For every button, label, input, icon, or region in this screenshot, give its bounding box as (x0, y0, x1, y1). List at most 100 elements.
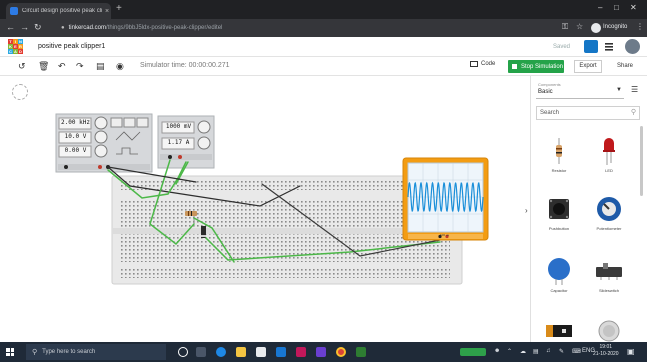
pushbutton-icon (549, 199, 569, 219)
incognito-icon[interactable] (591, 23, 601, 33)
coin-cell-icon (598, 320, 620, 342)
notes-icon[interactable]: ▤ (96, 61, 105, 71)
url-path: /things/9bbJ5ldx-positive-peak-clipper/e… (105, 25, 223, 31)
browser-tab[interactable]: Circuit design positive peak clipp × (6, 3, 111, 19)
cortana-icon[interactable] (178, 347, 188, 357)
tray-volume-icon[interactable]: ♫ (546, 348, 551, 354)
lock-icon: ● (61, 25, 65, 31)
app-icon-pink[interactable] (296, 347, 306, 357)
edge-icon[interactable] (216, 347, 226, 357)
battery-status-icon[interactable] (460, 348, 486, 356)
editor-toolbar: ↺ 🗑 ↶ ↷ ▤ ◉ Simulator time: 00:00:00.271… (0, 57, 647, 76)
component-slideswitch[interactable]: Slideswitch (589, 256, 629, 293)
capacitor-icon (548, 258, 570, 285)
app-icon-purple[interactable] (316, 347, 326, 357)
taskbar-search-placeholder: Type here to search (42, 349, 96, 355)
url-field[interactable]: ● tinkercad.com /things/9bbJ5ldx-positiv… (61, 22, 601, 34)
amplitude-readout[interactable]: 10.0 V (60, 133, 91, 140)
components-dropdown[interactable]: Components Basic ▼ (536, 81, 624, 99)
stop-label: Stop Simulation (521, 63, 564, 70)
share-button[interactable]: Share (610, 60, 640, 73)
search-icon: ⚲ (630, 109, 636, 116)
saved-status: Saved (553, 44, 571, 50)
components-label: Components (538, 82, 561, 87)
list-view-icon[interactable] (602, 40, 616, 53)
redo-icon[interactable]: ↷ (76, 61, 84, 71)
collapse-panel-icon[interactable]: › (525, 206, 528, 215)
dc-offset-readout[interactable]: 0.00 V (60, 147, 91, 154)
chrome-icon[interactable] (336, 347, 346, 357)
circuit-view-button[interactable] (584, 40, 598, 53)
tinkercad-logo[interactable]: TINKERCAD (8, 39, 23, 54)
potentiometer-icon (597, 197, 621, 221)
file-explorer-icon[interactable] (236, 347, 246, 357)
component-label: Resistor (551, 168, 567, 173)
clock-date: 21-10-2020 (593, 351, 619, 357)
project-name[interactable]: positive peak clipper1 (38, 43, 105, 50)
app-header: TINKERCAD positive peak clipper1 Saved (0, 37, 647, 57)
tab-close-icon[interactable]: × (105, 8, 109, 15)
voltage-readout[interactable]: 1000 mV (163, 123, 194, 130)
tray-chevron-up-icon[interactable]: ⌃ (507, 348, 512, 355)
led-icon (603, 138, 615, 165)
tray-keyboard-icon[interactable]: ⌨ (572, 348, 581, 355)
code-button[interactable]: Code (470, 61, 495, 67)
browser-menu-icon[interactable]: ⋮ (636, 22, 644, 31)
oscilloscope[interactable] (402, 157, 489, 241)
window-close-icon[interactable]: ✕ (630, 3, 637, 12)
clock-time: 19:01 (599, 344, 613, 350)
reload-icon[interactable]: ↻ (34, 22, 42, 33)
component-capacitor[interactable]: Capacitor (539, 256, 579, 293)
user-avatar[interactable] (625, 39, 640, 54)
bookmark-star-icon[interactable]: ☆ (576, 22, 583, 31)
oscilloscope-time-label: 100 us (440, 233, 450, 237)
minimize-icon[interactable]: – (598, 3, 602, 12)
taskbar-search-input[interactable]: ⚲ Type here to search (26, 344, 166, 360)
slideswitch-icon (596, 263, 622, 280)
component-resistor[interactable]: Resistor (539, 136, 579, 173)
task-view-icon[interactable] (196, 347, 206, 357)
app-icon-green[interactable] (356, 347, 366, 357)
tray-person-icon[interactable]: ☻ (494, 348, 500, 354)
component-led[interactable]: LED (589, 136, 629, 173)
tab-title: Circuit design positive peak clipp (22, 8, 102, 14)
tray-network-icon[interactable]: ▤ (533, 348, 539, 355)
circuit-drawing (55, 113, 489, 285)
current-readout[interactable]: 1.17 A (163, 139, 194, 146)
delete-trash-icon[interactable]: 🗑 (38, 61, 49, 71)
tinkercad-favicon-icon (10, 7, 18, 15)
panel-scrollbar[interactable] (640, 126, 643, 196)
search-icon: ⚲ (32, 349, 38, 356)
chevron-down-icon: ▼ (616, 87, 622, 93)
search-placeholder: Search (540, 110, 560, 116)
tray-pen-icon[interactable]: ✎ (559, 348, 564, 355)
forward-arrow-icon[interactable]: → (20, 22, 29, 33)
tray-cloud-icon[interactable]: ☁ (520, 348, 526, 355)
taskbar-clock[interactable]: 19:01 21-10-2020 (593, 344, 619, 358)
component-label: Capacitor (550, 288, 568, 293)
component-label: Potentiometer (596, 226, 622, 231)
eye-icon[interactable]: ◉ (116, 61, 124, 71)
circuit-canvas[interactable]: 2.00 kHz 10.0 V 0.00 V 1000 mV 1.17 A 10… (0, 76, 530, 342)
notifications-icon[interactable]: ▣ (627, 347, 635, 356)
component-search-input[interactable]: Search ⚲ (536, 106, 640, 120)
rotate-icon[interactable]: ↺ (18, 61, 26, 71)
stop-simulation-button[interactable]: Stop Simulation (508, 60, 564, 73)
windows-start-icon[interactable] (6, 348, 14, 356)
undo-icon[interactable]: ↶ (58, 61, 66, 71)
key-icon[interactable]: ⚿ (562, 22, 568, 32)
mail-icon[interactable] (276, 347, 286, 357)
frequency-readout[interactable]: 2.00 kHz (60, 119, 91, 126)
component-potentiometer[interactable]: Potentiometer (589, 194, 629, 231)
component-label: Pushbutton (548, 226, 570, 231)
component-pushbutton[interactable]: Pushbutton (539, 194, 579, 231)
windows-taskbar: ⚲ Type here to search ☻ ⌃ ☁ ▤ ♫ ✎ ⌨ ENG … (0, 342, 647, 362)
store-icon[interactable] (256, 347, 266, 357)
maximize-icon[interactable]: □ (614, 3, 619, 12)
new-tab-button[interactable]: + (116, 3, 122, 15)
browser-tab-bar: Circuit design positive peak clipp × + –… (0, 0, 647, 19)
list-toggle-icon[interactable]: ☰ (631, 85, 638, 94)
back-arrow-icon[interactable]: ← (6, 22, 15, 33)
diode[interactable] (201, 226, 206, 238)
export-button[interactable]: Export (574, 60, 602, 73)
